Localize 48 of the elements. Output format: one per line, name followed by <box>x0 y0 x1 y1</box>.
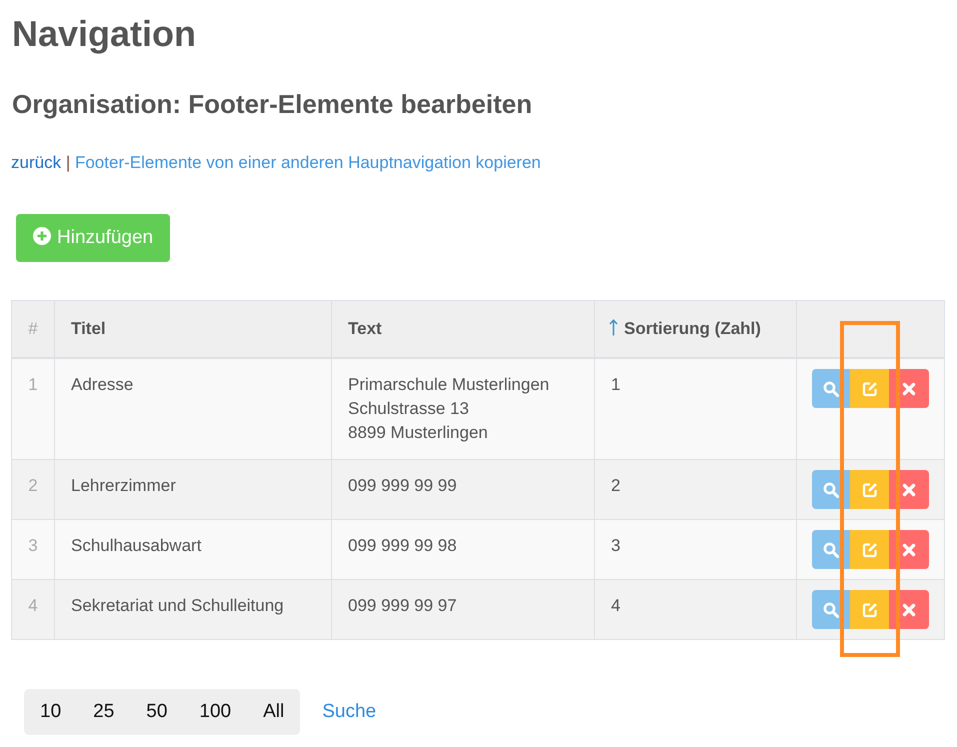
table-cell: Lehrerzimmer <box>54 460 332 520</box>
table-cell: Schulhausabwart <box>54 520 332 580</box>
plus-circle-icon <box>33 227 51 245</box>
edit-button[interactable] <box>850 590 890 629</box>
row-number: 4 <box>12 580 54 640</box>
page-title: Navigation <box>12 12 196 56</box>
edit-icon <box>862 482 878 498</box>
search-icon <box>822 482 839 498</box>
table-cell: Primarschule Musterlingen Schulstrasse 13 8899 Musterlingen <box>332 358 594 460</box>
row-number: 1 <box>12 358 54 460</box>
page-length-option[interactable]: 50 <box>130 689 184 735</box>
page-length-option[interactable]: 100 <box>183 689 248 735</box>
search-icon <box>822 602 839 618</box>
close-icon <box>902 602 916 616</box>
table-cell: 4 <box>594 580 796 640</box>
page-length-option[interactable]: 10 <box>24 689 78 735</box>
table-cell: 3 <box>594 520 796 580</box>
close-icon <box>902 482 916 496</box>
delete-button[interactable] <box>889 530 929 569</box>
table-cell: Sekretariat und Schulleitung <box>54 580 332 640</box>
table-cell: 2 <box>594 460 796 520</box>
table-cell: Adresse <box>54 358 332 460</box>
delete-button[interactable] <box>889 590 929 629</box>
edit-icon <box>862 380 878 396</box>
edit-button[interactable] <box>850 369 890 408</box>
section-title: Organisation: Footer-Elemente bearbeiten <box>12 88 532 121</box>
back-link[interactable]: zurück <box>11 153 62 172</box>
close-icon <box>902 542 916 556</box>
search-icon <box>822 380 839 396</box>
page-length-option[interactable]: 25 <box>77 689 130 735</box>
table-cell: 099 999 99 98 <box>332 520 594 580</box>
edit-button[interactable] <box>850 530 890 569</box>
search-icon <box>822 542 839 558</box>
row-number: 3 <box>12 520 54 580</box>
edit-icon <box>862 542 878 558</box>
row-number: 2 <box>12 460 54 520</box>
table-cell: 1 <box>594 358 796 460</box>
edit-icon <box>862 602 878 618</box>
table-cell: 099 999 99 99 <box>332 460 594 520</box>
search-link[interactable]: Suche <box>322 701 376 723</box>
delete-button[interactable] <box>889 470 929 509</box>
close-icon <box>902 382 916 396</box>
link-separator: | <box>66 153 70 172</box>
edit-button[interactable] <box>850 470 890 509</box>
table-cell: 099 999 99 97 <box>332 580 594 640</box>
sort-arrow-icon <box>609 319 618 336</box>
page-length-option[interactable]: All <box>247 689 300 735</box>
delete-button[interactable] <box>889 369 929 408</box>
